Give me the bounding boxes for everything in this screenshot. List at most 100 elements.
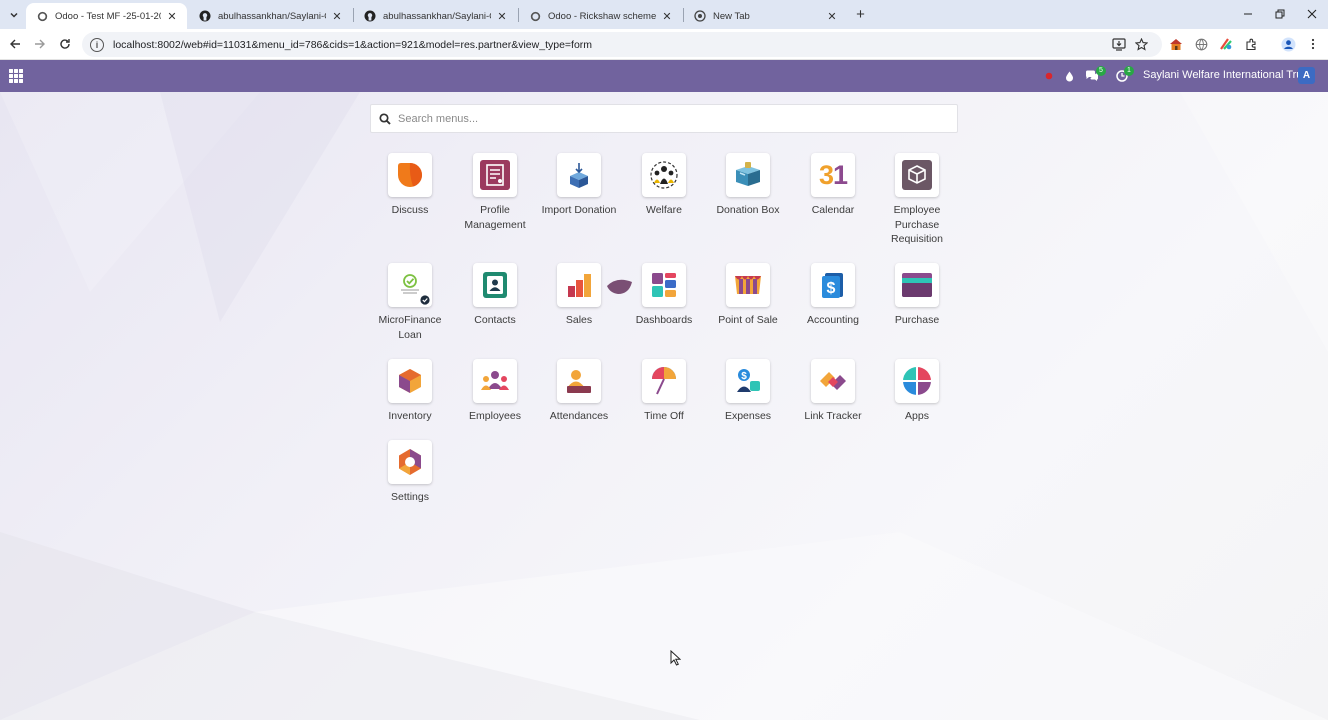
url-text[interactable]: localhost:8002/web#id=11031&menu_id=786&… xyxy=(113,39,592,51)
purchase-requisition-icon xyxy=(895,153,939,197)
profile-button[interactable] xyxy=(1279,35,1297,53)
bookmark-button[interactable] xyxy=(1132,35,1150,53)
app-expenses[interactable]: $ Expenses xyxy=(707,359,789,424)
close-icon[interactable]: ✕ xyxy=(330,9,344,23)
reload-button[interactable] xyxy=(55,34,75,54)
app-label: MicroFinance Loan xyxy=(378,314,442,341)
app-inventory[interactable]: Inventory xyxy=(369,359,451,424)
globe-icon xyxy=(1195,38,1207,50)
discuss-icon xyxy=(388,153,432,197)
app-microfinance-loan[interactable]: MicroFinance Loan xyxy=(369,263,451,342)
drop-button[interactable] xyxy=(1062,60,1076,92)
install-icon xyxy=(1112,37,1126,51)
user-avatar[interactable]: A xyxy=(1298,67,1315,84)
extension-button-3[interactable] xyxy=(1217,35,1235,53)
search-menus-box[interactable] xyxy=(370,104,958,133)
tab-title: abulhassankhan/Saylani-Custom xyxy=(218,10,326,22)
info-icon[interactable]: i xyxy=(90,37,104,52)
browser-menu-button[interactable] xyxy=(1304,35,1322,53)
puzzle-icon xyxy=(1245,38,1256,50)
inventory-icon xyxy=(388,359,432,403)
microfinance-loan-icon xyxy=(388,263,432,307)
browser-tab-odoo-test[interactable]: Odoo - Test MF -25-01-2025 ✕ xyxy=(26,3,187,29)
extension-button-1[interactable] xyxy=(1167,35,1185,53)
tab-title: abulhassankhan/Saylani-Custom xyxy=(383,10,491,22)
app-label: Employees xyxy=(469,410,521,422)
odoo-icon xyxy=(529,10,541,22)
address-bar[interactable]: i localhost:8002/web#id=11031&menu_id=78… xyxy=(82,32,1162,57)
app-settings[interactable]: Settings xyxy=(369,440,451,505)
search-input[interactable] xyxy=(398,112,918,125)
app-dashboards[interactable]: Dashboards xyxy=(623,263,705,328)
browser-tab-bar: Odoo - Test MF -25-01-2025 ✕ abulhassank… xyxy=(0,0,1328,29)
browser-tab-rickshaw[interactable]: Odoo - Rickshaw scheme ✕ xyxy=(519,3,682,29)
company-switcher[interactable]: Saylani Welfare International Trust xyxy=(1143,69,1311,81)
app-point-of-sale[interactable]: Point of Sale xyxy=(707,263,789,328)
recording-indicator[interactable] xyxy=(1042,60,1056,92)
dashboards-icon xyxy=(642,263,686,307)
close-icon[interactable]: ✕ xyxy=(165,9,179,23)
browser-tab-new-tab[interactable]: New Tab ✕ xyxy=(684,3,847,29)
messages-badge: 5 xyxy=(1096,66,1106,76)
app-label: Purchase xyxy=(894,314,940,326)
window-close-button[interactable] xyxy=(1297,4,1327,24)
messaging-menu[interactable]: 5 xyxy=(1082,60,1106,92)
close-icon[interactable]: ✕ xyxy=(495,9,509,23)
app-link-tracker[interactable]: Link Tracker xyxy=(792,359,874,424)
extension-button-2[interactable] xyxy=(1192,35,1210,53)
app-attendances[interactable]: Attendances xyxy=(538,359,620,424)
back-button[interactable] xyxy=(5,34,25,54)
app-label: Settings xyxy=(391,491,429,503)
extensions-button[interactable] xyxy=(1242,35,1260,53)
github-icon xyxy=(364,10,376,22)
close-icon xyxy=(1307,9,1317,19)
odoo-icon xyxy=(36,10,48,22)
contacts-icon xyxy=(473,263,517,307)
svg-text:$: $ xyxy=(741,371,747,382)
app-accounting[interactable]: $ Accounting xyxy=(792,263,874,328)
app-label: Dashboards xyxy=(635,314,693,326)
link-tracker-icon xyxy=(811,359,855,403)
close-icon[interactable]: ✕ xyxy=(825,9,839,23)
close-icon[interactable]: ✕ xyxy=(660,9,674,23)
app-calendar[interactable]: 31 Calendar xyxy=(792,153,874,218)
app-profile-management[interactable]: Profile Management xyxy=(454,153,536,232)
app-employee-purchase-requisition[interactable]: Employee Purchase Requisition xyxy=(876,153,958,247)
app-label: Calendar xyxy=(811,204,855,216)
search-icon xyxy=(378,112,392,126)
new-tab-button[interactable]: + xyxy=(852,6,869,23)
app-welfare[interactable]: Welfare xyxy=(623,153,705,218)
app-donation-box[interactable]: Donation Box xyxy=(707,153,789,218)
sales-icon xyxy=(557,263,601,307)
app-discuss[interactable]: Discuss xyxy=(369,153,451,218)
app-apps[interactable]: Apps xyxy=(876,359,958,424)
browser-tab-github-1[interactable]: abulhassankhan/Saylani-Custom ✕ xyxy=(189,3,352,29)
tab-search-button[interactable] xyxy=(5,6,23,23)
arrow-right-icon xyxy=(35,39,45,49)
extension-house-icon xyxy=(1170,38,1182,50)
app-label: Attendances xyxy=(549,410,609,422)
restore-button[interactable] xyxy=(1265,4,1295,24)
forward-button[interactable] xyxy=(30,34,50,54)
app-import-donation[interactable]: Import Donation xyxy=(538,153,620,218)
time-off-icon xyxy=(642,359,686,403)
tab-title: Odoo - Test MF -25-01-2025 xyxy=(55,10,161,22)
home-menu-toggle[interactable] xyxy=(9,69,23,83)
accounting-icon: $ xyxy=(811,263,855,307)
employees-icon xyxy=(473,359,517,403)
home-menu: Discuss Profile Management Import Donati… xyxy=(0,92,1328,720)
app-purchase[interactable]: Purchase xyxy=(876,263,958,328)
restore-icon xyxy=(1275,9,1285,19)
app-contacts[interactable]: Contacts xyxy=(454,263,536,328)
arrow-left-icon xyxy=(10,39,20,49)
app-employees[interactable]: Employees xyxy=(454,359,536,424)
app-label: Discuss xyxy=(391,204,429,216)
minimize-button[interactable] xyxy=(1233,4,1263,24)
install-app-button[interactable] xyxy=(1110,35,1128,53)
chrome-icon xyxy=(694,10,706,22)
app-time-off[interactable]: Time Off xyxy=(623,359,705,424)
browser-tab-github-2[interactable]: abulhassankhan/Saylani-Custom ✕ xyxy=(354,3,517,29)
star-icon xyxy=(1134,37,1148,51)
profile-icon xyxy=(1281,37,1295,51)
activity-menu[interactable]: 1 xyxy=(1112,60,1134,92)
